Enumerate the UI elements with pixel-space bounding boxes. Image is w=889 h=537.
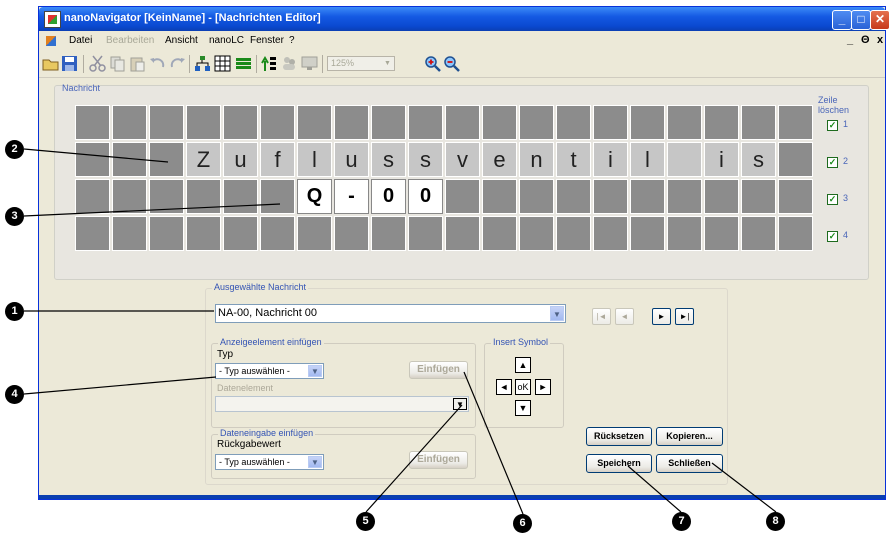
callout-line-7 [627, 465, 682, 513]
callout-line-6 [463, 371, 524, 515]
callout-line-3 [23, 203, 281, 217]
callout-line-8 [711, 462, 777, 513]
callout-3: 3 [5, 207, 24, 226]
callout-6: 6 [513, 514, 532, 533]
callout-5: 5 [356, 512, 375, 531]
callout-line-5 [365, 404, 463, 513]
callout-4: 4 [5, 385, 24, 404]
callout-2: 2 [5, 140, 24, 159]
callout-1: 1 [5, 302, 24, 321]
callout-8: 8 [766, 512, 785, 531]
callout-line-4 [23, 376, 217, 395]
callout-7: 7 [672, 512, 691, 531]
callout-lines [23, 148, 777, 515]
callout-line-2 [23, 148, 169, 163]
